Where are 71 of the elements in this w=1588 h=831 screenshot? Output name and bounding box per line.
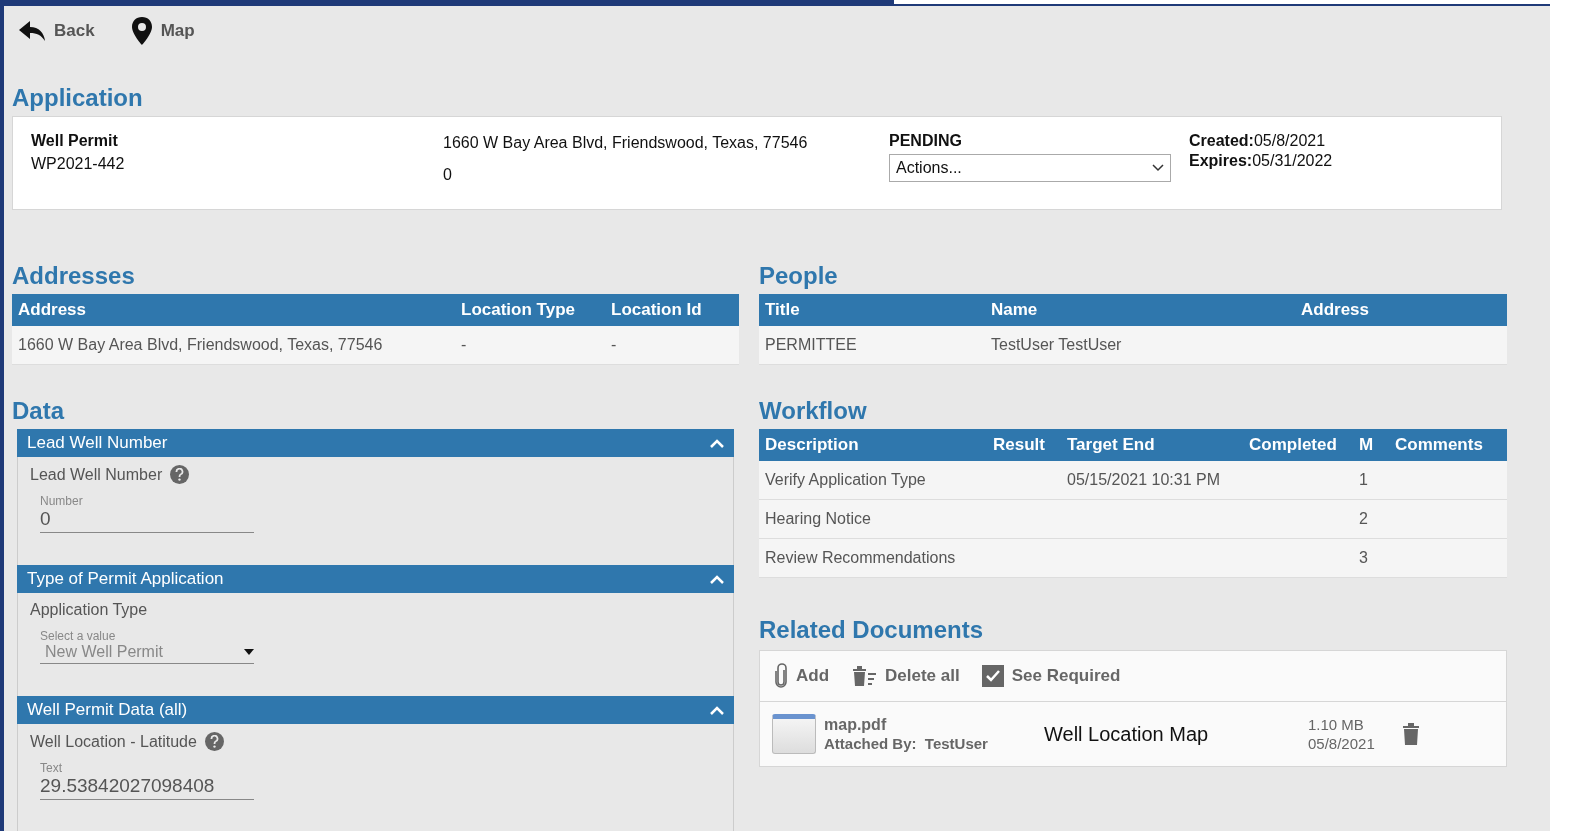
file-description: Well Location Map xyxy=(1044,724,1210,744)
dropdown-caret-icon xyxy=(244,649,254,655)
back-button[interactable]: Back xyxy=(18,19,95,43)
see-required-toggle[interactable]: See Required xyxy=(981,665,1121,687)
table-cell-text: Hearing Notice xyxy=(764,510,872,528)
created-date: Created:05/8/2021 xyxy=(1189,131,1326,151)
section-title: Related Documents xyxy=(759,616,985,644)
help-icon[interactable] xyxy=(170,465,190,484)
table-cell-text: - xyxy=(610,336,618,354)
column-header: Address xyxy=(17,300,88,320)
column-header: Target End xyxy=(1066,435,1156,455)
section-title: Workflow xyxy=(759,397,868,425)
table-cell-text: 3 xyxy=(1358,549,1369,567)
column-header: Location Type xyxy=(460,300,576,320)
select-field[interactable]: Select a value New Well Permit xyxy=(40,629,254,664)
table-cell-text: Review Recommendations xyxy=(764,549,957,567)
map-pin-icon xyxy=(130,16,153,46)
checkbox[interactable] xyxy=(981,665,1004,687)
column-header: Comments xyxy=(1394,435,1484,455)
permit-address: 1660 W Bay Area Blvd, Friendswood, Texas, 77546 xyxy=(443,133,808,153)
section-title: People xyxy=(759,262,839,290)
trash-list-icon xyxy=(851,665,878,687)
column-header: Address xyxy=(1300,300,1371,320)
column-header: Location Id xyxy=(610,300,703,320)
column-header: Result xyxy=(992,435,1046,455)
attached-by: Attached By: TestUser xyxy=(824,734,989,753)
section-title: Data xyxy=(12,397,66,425)
permit-type: Well Permit xyxy=(31,131,118,151)
field-label: Application Type xyxy=(30,601,148,619)
field-label: Well Location - Latitude xyxy=(30,732,197,751)
panel-header[interactable]: Type of Permit Application xyxy=(17,565,734,593)
map-button[interactable]: Map xyxy=(130,16,195,46)
section-title: Addresses xyxy=(12,262,136,290)
input-field[interactable]: Number 0 xyxy=(40,494,254,533)
paperclip-icon xyxy=(774,663,788,689)
permit-number: WP2021-442 xyxy=(31,154,125,174)
table-cell-text: 2 xyxy=(1358,510,1369,528)
permit-value: 0 xyxy=(443,165,452,185)
table-cell-text: TestUser TestUser xyxy=(990,336,1123,354)
table-cell-text: Verify Application Type xyxy=(764,471,927,489)
table-cell-text: PERMITTEE xyxy=(764,336,858,354)
section-title: Application xyxy=(12,84,144,112)
panel-header[interactable]: Well Permit Data (all) xyxy=(17,696,734,724)
back-arrow-icon xyxy=(18,19,46,43)
table-cell-text: 05/15/2021 10:31 PM xyxy=(1066,471,1221,489)
panel-header[interactable]: Lead Well Number xyxy=(17,429,734,457)
column-header: Completed xyxy=(1248,435,1338,455)
collapse-icon xyxy=(710,438,724,448)
chevron-down-icon xyxy=(1152,164,1164,172)
table-cell-text: 1660 W Bay Area Blvd, Friendswood, Texas, 77546 xyxy=(17,336,384,354)
file-size: 1.10 MB xyxy=(1308,715,1365,734)
table-cell-text: 1 xyxy=(1358,471,1369,489)
file-name[interactable]: map.pdf xyxy=(824,715,1044,734)
column-header: Name xyxy=(990,300,1039,320)
actions-dropdown[interactable]: Actions... xyxy=(889,154,1171,182)
input-field[interactable]: Text 29.53842027098408 xyxy=(40,761,254,800)
column-header: Title xyxy=(764,300,801,320)
file-date: 05/8/2021 xyxy=(1308,734,1376,753)
expires-date: Expires:05/31/2022 xyxy=(1189,151,1333,171)
collapse-icon xyxy=(710,705,724,715)
table-cell-text: - xyxy=(460,336,468,354)
column-header: Description xyxy=(764,435,860,455)
add-button[interactable]: Add xyxy=(774,663,830,689)
collapse-icon xyxy=(710,574,724,584)
column-header: M xyxy=(1358,435,1375,455)
delete-all-button[interactable]: Delete all xyxy=(851,665,960,687)
help-icon[interactable] xyxy=(204,732,224,751)
file-thumbnail xyxy=(772,714,816,754)
trash-icon[interactable] xyxy=(1402,723,1420,745)
field-label: Lead Well Number xyxy=(30,465,163,484)
status-label: PENDING xyxy=(889,131,962,151)
